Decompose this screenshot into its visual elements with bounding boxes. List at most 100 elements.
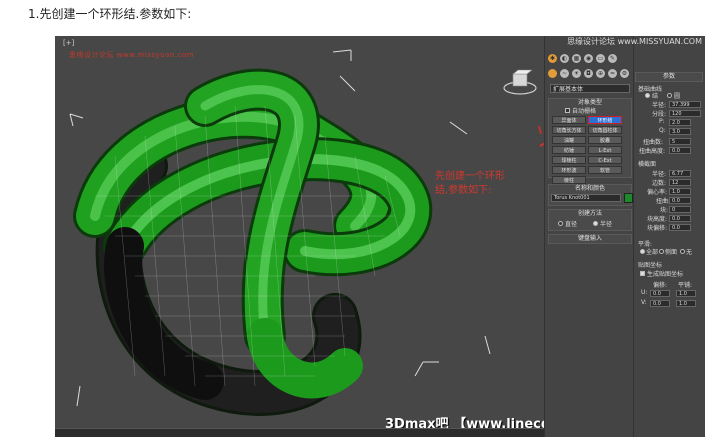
gengon-button[interactable]: 球棱柱 [552,156,586,164]
u-label: U: [641,289,648,296]
smooth-sides-label: 侧面 [665,249,678,256]
modify-tab-icon[interactable]: ◐ [560,54,569,63]
segments-input[interactable]: 120 [669,110,701,117]
twist-label: 扭曲: [656,198,671,205]
chamfer-box-button[interactable]: 切角长方体 [552,126,586,134]
base-radius-input[interactable]: 37.399 [669,101,701,108]
lump-height-input[interactable]: 0.0 [669,215,691,222]
circle-radio[interactable] [667,93,672,98]
knot-label: 结 [652,93,659,100]
diameter-label: 直径 [565,221,578,228]
u-offset-input[interactable]: 0.0 [650,290,670,297]
cross-section-title: 横截面 [638,161,657,168]
capsule-button[interactable]: 胶囊 [588,136,622,144]
autogrid-label: 自动栅格 [572,108,597,115]
viewport-label[interactable]: [+] [63,39,74,47]
creation-method-title[interactable]: 创建方法 [549,210,631,218]
q-input[interactable]: 3.0 [669,128,691,135]
create-tab-icon[interactable]: ✱ [548,54,557,63]
lump-height-label: 块高度: [647,216,668,223]
cext-button[interactable]: C-Ext [588,156,622,164]
systems-icon[interactable]: ⚙ [620,69,629,78]
smooth-sides-radio[interactable] [659,249,664,254]
base-curve-title: 基础曲线 [638,86,663,93]
display-tab-icon[interactable]: ▭ [596,54,605,63]
prism-button[interactable]: 棱柱 [552,176,586,184]
base-radius-label: 半径: [652,102,667,109]
warp-height-input[interactable]: 0.0 [669,147,691,154]
oiltank-button[interactable]: 油罐 [552,136,586,144]
sides-label: 边数: [652,180,667,187]
lumps-input[interactable]: 0 [669,206,691,213]
name-color-title[interactable]: 名称和颜色 [549,185,631,193]
object-category-icons: ~ ☀ ◘ ⊕ ≈ ⚙ [548,69,629,78]
tiling-header: 平铺: [678,282,693,289]
lump-offset-input[interactable]: 0.0 [669,224,691,231]
u-tiling-input[interactable]: 1.0 [676,290,696,297]
twist-input[interactable]: 0.0 [669,197,691,204]
hierarchy-tab-icon[interactable]: ▦ [572,54,581,63]
smooth-none-radio[interactable] [680,249,685,254]
p-input[interactable]: 2.0 [669,119,691,126]
lumps-label: 块: [660,207,669,214]
keyboard-entry-rollout: 键盘输入 [548,234,632,244]
annotation-text: 先创建一个环形结,参数如下: [435,171,505,196]
spindle-button[interactable]: 纺锤 [552,146,586,154]
category-dropdown[interactable]: 扩展基本体 [550,84,630,93]
page-title: 1.先创建一个环形结.参数如下: [28,7,192,21]
offset-header: 偏移: [653,282,668,289]
object-color-swatch[interactable] [624,193,633,203]
radius-radio[interactable] [593,221,598,226]
viewport-canvas [55,36,544,437]
helper-icon[interactable]: ⊕ [596,69,605,78]
knot-radio[interactable] [645,93,650,98]
lump-offset-label: 块偏移: [647,225,668,232]
command-tabs: ✱ ◐ ▦ ◉ ▭ ✎ [548,54,617,63]
hose-button[interactable]: 软管 [588,166,622,174]
generate-mapping-label: 生成贴图坐标 [647,271,684,278]
light-icon[interactable]: ☀ [572,69,581,78]
warp-count-label: 扭曲数: [643,139,664,146]
torus-knot-button[interactable]: 环形结 [588,116,622,124]
curve-icon[interactable]: ~ [560,69,569,78]
keyboard-entry-title[interactable]: 键盘输入 [549,235,631,243]
smooth-all-radio[interactable] [640,249,645,254]
p-label: P: [659,118,665,125]
smooth-all-label: 全部 [646,249,659,256]
diameter-radio[interactable] [558,221,563,226]
cs-radius-input[interactable]: 6.77 [669,170,691,177]
cs-radius-label: 半径: [652,171,667,178]
spacewarp-icon[interactable]: ≈ [608,69,617,78]
sphere-icon[interactable] [548,69,557,78]
lext-button[interactable]: L-Ext [588,146,622,154]
viewport-ruler [55,428,544,437]
chamfer-cyl-button[interactable]: 切角圆柱体 [588,126,622,134]
circle-label: 圆 [674,93,681,100]
v-tiling-input[interactable]: 1.0 [676,300,696,307]
v-offset-input[interactable]: 0.0 [650,300,670,307]
creation-method-rollout: 创建方法 [548,209,632,231]
generate-mapping-checkbox[interactable] [640,271,645,276]
object-name-input[interactable]: Torus Knot001 [551,194,621,202]
autogrid-checkbox[interactable] [565,108,570,113]
eccentricity-label: 偏心率: [647,189,668,196]
warp-height-label: 扭曲高度: [639,148,666,155]
brand-watermark: 思缘设计论坛 www.MISSYUAN.COM [567,37,702,46]
hedra-button[interactable]: 异面体 [552,116,586,124]
q-label: Q: [659,127,666,134]
camera-icon[interactable]: ◘ [584,69,593,78]
v-label: V: [641,299,647,306]
perspective-viewport[interactable]: [+] 思缘设计论坛 www.missyuan.com 先创建一个环形结,参数如… [55,36,682,437]
mapping-title: 贴图坐标 [638,262,663,269]
motion-tab-icon[interactable]: ◉ [584,54,593,63]
radius-label: 半径 [600,221,613,228]
sides-input[interactable]: 12 [669,179,691,186]
parameters-title[interactable]: 参数 [636,73,702,81]
ringwave-button[interactable]: 环形波 [552,166,586,174]
smooth-none-label: 无 [686,249,693,256]
utilities-tab-icon[interactable]: ✎ [608,54,617,63]
viewport-top-watermark: 思缘设计论坛 www.missyuan.com [69,51,195,59]
eccentricity-input[interactable]: 1.0 [669,188,691,195]
warp-count-input[interactable]: 5 [669,138,691,145]
max-screenshot: [+] 思缘设计论坛 www.missyuan.com 先创建一个环形结,参数如… [55,36,705,437]
